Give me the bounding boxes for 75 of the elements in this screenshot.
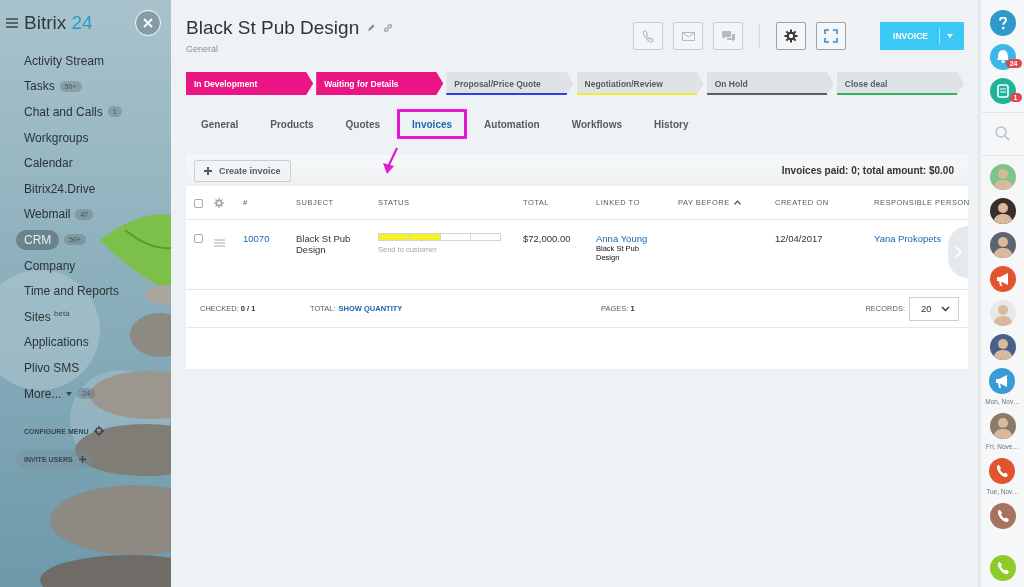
tab[interactable]: Products xyxy=(255,108,329,139)
tab[interactable]: Workflows xyxy=(556,108,637,139)
tab[interactable]: Quotes xyxy=(330,108,396,139)
user-avatar[interactable] xyxy=(989,334,1016,360)
chat-button[interactable] xyxy=(713,22,744,50)
plus-icon xyxy=(204,166,212,175)
records-dropdown[interactable]: 20 xyxy=(909,296,959,321)
tab[interactable]: General xyxy=(186,108,254,139)
menu-item[interactable]: Applications xyxy=(24,333,89,352)
phone-icon[interactable] xyxy=(989,503,1016,529)
gear-icon[interactable] xyxy=(93,426,104,437)
menu-item[interactable]: Plivo SMS xyxy=(24,358,80,377)
link-icon[interactable] xyxy=(383,23,394,33)
gear-icon xyxy=(784,29,799,43)
phone-icon[interactable] xyxy=(989,458,1016,484)
stage-step[interactable]: Proposal/Price Quote xyxy=(446,72,574,95)
chevron-right-icon xyxy=(954,246,962,258)
menu-item[interactable]: Workgroups xyxy=(24,128,89,147)
pencil-icon[interactable] xyxy=(367,24,376,32)
notifications-button[interactable] xyxy=(989,44,1016,70)
row-checkbox[interactable] xyxy=(194,234,203,243)
menu-item[interactable]: Bitrix24.Drive xyxy=(24,179,96,198)
annotation-arrow xyxy=(382,147,398,175)
table-cell-text: $72,000.00 xyxy=(523,233,572,244)
table-cell-text: 12/04/2017 xyxy=(775,233,824,244)
create-invoice-button[interactable]: Create invoice xyxy=(194,159,291,182)
fullscreen-icon xyxy=(824,29,839,43)
megaphone-icon[interactable] xyxy=(989,266,1016,292)
menu-item[interactable]: Sites $^{beta}$ xyxy=(24,307,70,327)
stage-step[interactable]: On Hold xyxy=(706,72,834,95)
messages-button[interactable] xyxy=(989,78,1016,104)
contact-link[interactable]: Anna Young xyxy=(596,233,678,244)
menu-icon[interactable] xyxy=(6,18,18,28)
help-button[interactable] xyxy=(989,10,1016,36)
stage-step[interactable]: Negotiation/Review xyxy=(576,72,704,95)
menu-item[interactable]: CRM xyxy=(16,229,60,250)
chevron-down-icon xyxy=(941,305,950,312)
caret-icon[interactable] xyxy=(947,34,953,38)
close-icon xyxy=(143,18,153,28)
responsible-link[interactable]: Yana Prokopets xyxy=(874,233,941,244)
tab[interactable]: Invoices xyxy=(397,108,468,139)
menu-item[interactable]: Webmail xyxy=(24,205,71,224)
menu-item[interactable]: Calendar xyxy=(24,154,73,173)
megaphone-icon[interactable] xyxy=(989,368,1016,394)
gear-icon[interactable] xyxy=(214,197,224,208)
stage-step[interactable]: In Development xyxy=(186,72,314,95)
invoice-summary: Invoices paid: 0; total amount: $0.00 xyxy=(781,165,954,176)
user-avatar[interactable] xyxy=(989,232,1016,258)
phone-button[interactable] xyxy=(633,22,664,50)
stage-step[interactable]: Close deal xyxy=(836,72,965,95)
user-avatar[interactable] xyxy=(989,198,1016,224)
close-button[interactable] xyxy=(135,10,161,36)
subtitle: General xyxy=(186,44,220,54)
select-all-checkbox[interactable] xyxy=(194,198,203,208)
chat-icon xyxy=(720,28,736,44)
invoice-number-link[interactable]: 10070 xyxy=(243,233,296,244)
tab[interactable]: Automation xyxy=(469,108,555,139)
settings-button[interactable] xyxy=(776,22,807,50)
call-button[interactable] xyxy=(989,555,1016,581)
plus-icon xyxy=(78,456,86,464)
logo[interactable]: Bitrix 24 xyxy=(24,12,93,34)
table-cell-text: Black St Pub Design xyxy=(296,233,352,255)
menu-item[interactable]: Chat and Calls xyxy=(24,103,103,121)
menu-item[interactable]: More... xyxy=(24,384,62,403)
menu-item[interactable]: Time and Reports xyxy=(24,282,119,301)
menu-item[interactable]: Tasks xyxy=(24,77,55,96)
page-title: Black St Pub Design xyxy=(186,17,360,39)
stage-step[interactable]: Waiting for Details xyxy=(316,72,444,95)
tab[interactable]: History xyxy=(639,108,704,139)
menu-item[interactable]: Activity Stream xyxy=(24,51,104,70)
phone-icon xyxy=(640,28,656,44)
menu-item[interactable]: Company xyxy=(24,256,76,275)
mail-button[interactable] xyxy=(673,22,704,50)
fullscreen-button[interactable] xyxy=(816,22,847,50)
question-mark-icon xyxy=(998,16,1007,30)
